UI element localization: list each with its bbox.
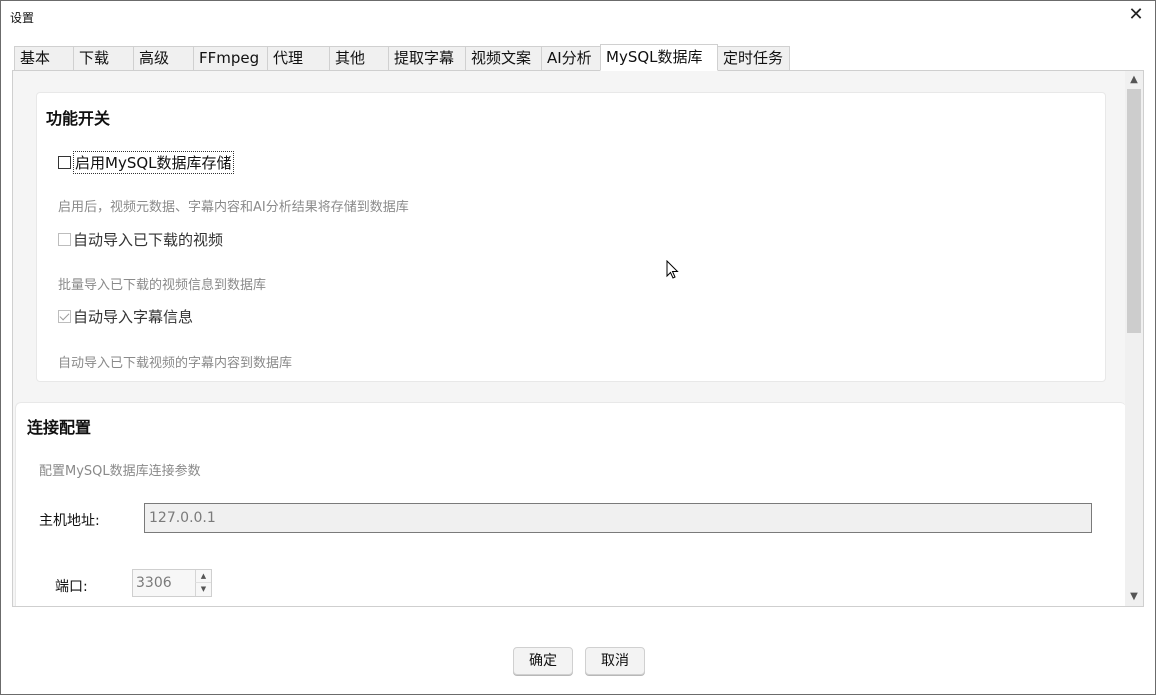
title-bar: 设置 ✕ (1, 1, 1155, 31)
port-value[interactable]: 3306 (136, 570, 172, 596)
host-input[interactable]: 127.0.0.1 (144, 503, 1092, 533)
group-title-feature: 功能开关 (46, 109, 111, 128)
enable-mysql-label[interactable]: 启用MySQL数据库存储 (73, 151, 234, 174)
tab-8[interactable]: 视频文案 (465, 46, 541, 71)
tab-bar: 基本 下载 高级 FFmpeg 代理 其他 提取字幕 视频文案 AI分析 MySQL数据库 定时任务 (14, 44, 790, 71)
auto-import-videos-checkbox[interactable] (58, 233, 71, 246)
auto-import-videos-label[interactable]: 自动导入已下载的视频 (73, 229, 223, 250)
tab-10[interactable]: MySQL数据库 (600, 44, 718, 71)
auto-import-subtitles-hint: 自动导入已下载视频的字幕内容到数据库 (58, 356, 293, 371)
spin-down-icon[interactable]: ▼ (195, 583, 211, 596)
scrollbar-thumb[interactable] (1127, 89, 1141, 333)
spin-up-icon[interactable]: ▲ (195, 570, 211, 583)
settings-window: 设置 ✕ 基本 下载 高级 FFmpeg 代理 其他 提取字幕 视频文案 AI分析 MySQL数据… (0, 0, 1156, 695)
scroll-up-icon[interactable]: ▲ (1125, 71, 1143, 89)
group-title-connection: 连接配置 (27, 418, 92, 437)
scroll-area: 功能开关 启用MySQL数据库存储 启用后，视频元数据、字幕内容和AI分析结果将… (13, 71, 1126, 606)
feature-switch-group: 功能开关 启用MySQL数据库存储 启用后，视频元数据、字幕内容和AI分析结果将… (36, 92, 1106, 382)
tab-panel-mysql: 功能开关 启用MySQL数据库存储 启用后，视频元数据、字幕内容和AI分析结果将… (12, 70, 1144, 607)
ok-button[interactable]: 确定 (513, 647, 573, 675)
tab-3[interactable]: 高级 (133, 46, 193, 71)
tab-11[interactable]: 定时任务 (718, 46, 790, 71)
enable-mysql-checkbox-row[interactable]: 启用MySQL数据库存储 (58, 151, 234, 174)
enable-mysql-hint: 启用后，视频元数据、字幕内容和AI分析结果将存储到数据库 (58, 200, 409, 215)
auto-import-subtitles-label[interactable]: 自动导入字幕信息 (73, 306, 193, 327)
tab-5[interactable]: 代理 (267, 46, 329, 71)
tab-6[interactable]: 其他 (329, 46, 388, 71)
tab-2[interactable]: 下载 (73, 46, 133, 71)
tab-9[interactable]: AI分析 (541, 46, 600, 71)
host-label: 主机地址: (39, 513, 100, 529)
scroll-down-icon[interactable]: ▼ (1125, 588, 1143, 606)
auto-import-subtitles-row[interactable]: 自动导入字幕信息 (58, 306, 193, 327)
auto-import-subtitles-checkbox[interactable] (58, 310, 71, 323)
mouse-cursor-icon (666, 260, 679, 279)
auto-import-videos-row[interactable]: 自动导入已下载的视频 (58, 229, 223, 250)
tab-4[interactable]: FFmpeg (193, 46, 267, 71)
window-title: 设置 (10, 11, 35, 25)
auto-import-videos-hint: 批量导入已下载的视频信息到数据库 (58, 278, 267, 293)
close-icon[interactable]: ✕ (1125, 5, 1147, 27)
connection-config-group: 连接配置 配置MySQL数据库连接参数 主机地址: 127.0.0.1 端口: … (15, 402, 1126, 606)
tab-7[interactable]: 提取字幕 (388, 46, 465, 71)
port-label: 端口: (55, 579, 88, 595)
port-spinbox[interactable]: 3306 ▲ ▼ (132, 569, 212, 597)
vertical-scrollbar[interactable]: ▲ ▼ (1125, 71, 1143, 606)
enable-mysql-checkbox[interactable] (58, 156, 71, 169)
connection-hint: 配置MySQL数据库连接参数 (39, 464, 201, 479)
tab-1[interactable]: 基本 (14, 46, 73, 71)
cancel-button[interactable]: 取消 (585, 647, 645, 675)
